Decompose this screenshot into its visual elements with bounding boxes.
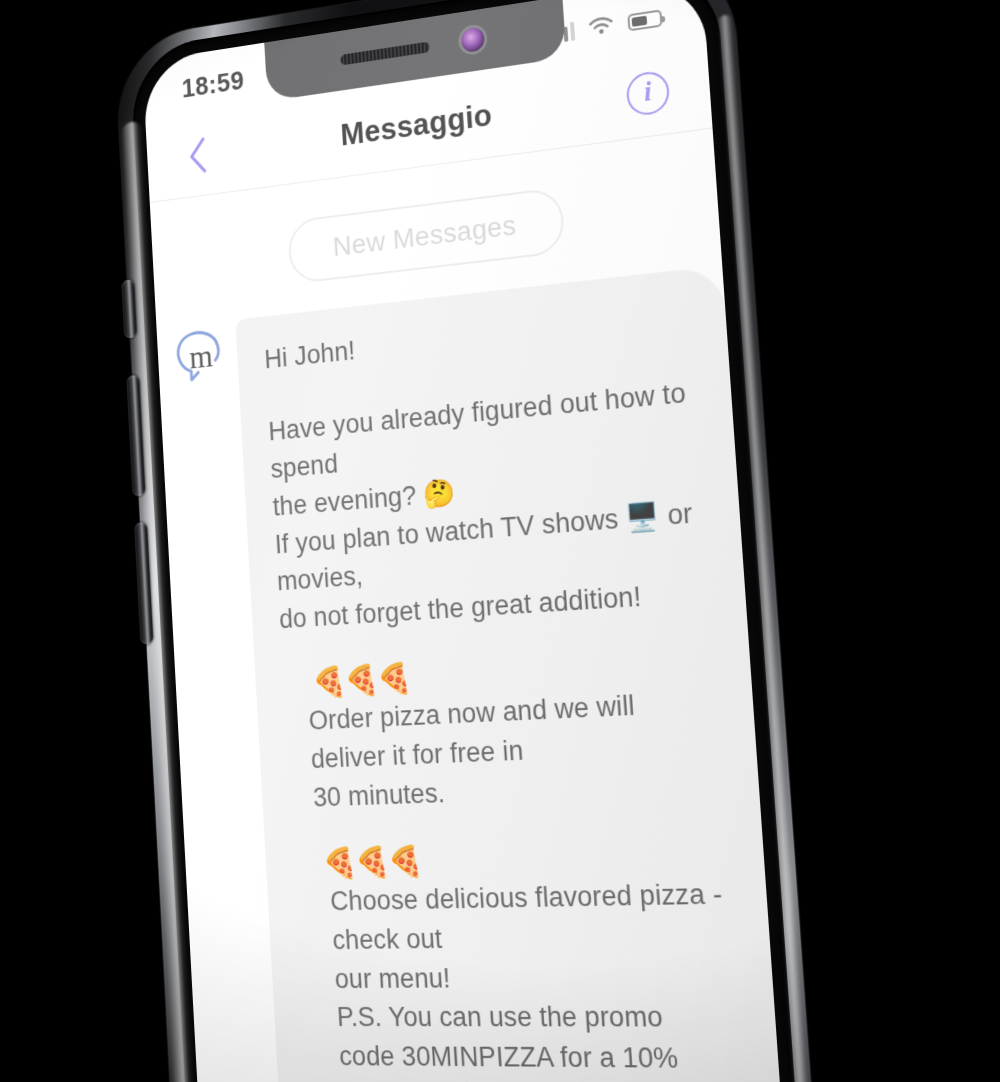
status-time: 18:59 (181, 65, 245, 103)
status-icons (549, 8, 663, 44)
battery-icon (627, 8, 663, 31)
message-bubble[interactable]: Hi John! Have you already figured out ho… (235, 265, 786, 1082)
phone-screen: 18:59 Messaggio i New Messages m Hi John… (142, 0, 797, 1082)
message-line: code 30MINPIZZA for a 10% discount! 🤪 (338, 1041, 680, 1082)
conversation-area[interactable]: New Messages m Hi John! Have you already… (149, 128, 797, 1082)
page-title: Messaggio (339, 96, 494, 152)
info-button[interactable]: i (625, 68, 671, 117)
new-messages-pill[interactable]: New Messages (287, 186, 566, 285)
screenshot-stage: 18:59 Messaggio i New Messages m Hi John… (0, 0, 1000, 1082)
front-camera-icon (460, 26, 485, 54)
info-icon-glyph: i (642, 75, 653, 108)
svg-text:m: m (189, 339, 215, 377)
earpiece-speaker-icon (340, 41, 430, 65)
phone-scene: 18:59 Messaggio i New Messages m Hi John… (0, 0, 1000, 1082)
battery-fill (631, 15, 648, 27)
signal-bars-icon (549, 21, 576, 44)
phone-device: 18:59 Messaggio i New Messages m Hi John… (114, 0, 831, 1082)
back-button[interactable] (178, 132, 219, 179)
chevron-left-icon (185, 133, 210, 177)
avatar[interactable]: m (172, 324, 230, 389)
message-row: m Hi John! Have you already figured out … (157, 265, 786, 1082)
speech-bubble-m-logo-icon: m (172, 324, 230, 389)
